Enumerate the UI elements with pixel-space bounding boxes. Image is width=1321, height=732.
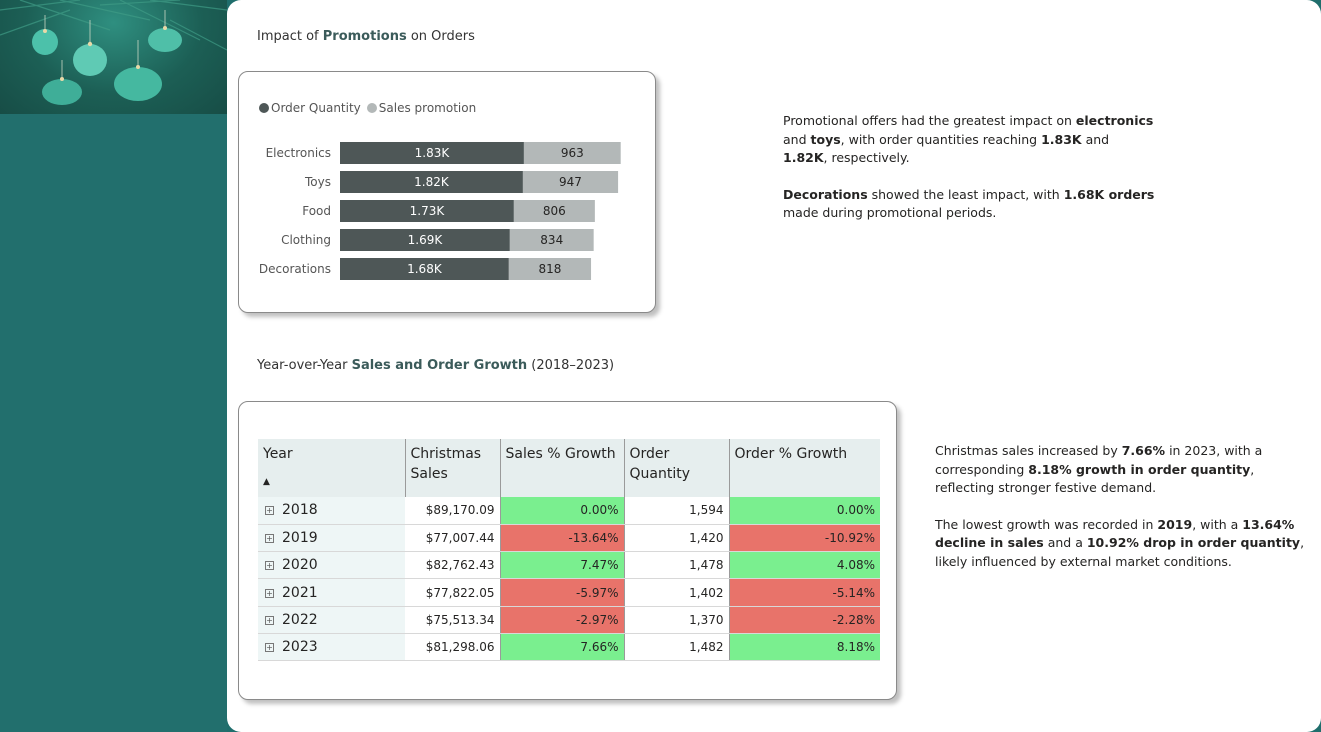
data-label: 806 [543,204,566,218]
table-row[interactable]: +2019 $77,007.44 -13.64% 1,420 -10.92% [258,524,880,553]
category-label: Toys [304,175,331,189]
christmas-sales-cell: $89,170.09 [405,497,501,525]
order-growth-cell: -10.92% [729,524,880,553]
expand-row-icon[interactable]: + [265,506,274,516]
data-label: 834 [540,233,563,247]
narrative-paragraph: Christmas sales increased by 7.66% in 20… [935,443,1263,495]
stacked-bar-chart: Electronics 1.83K 963 Toys 1.82K 947 Food 1.73K… [259,142,621,280]
christmas-sales-cell: $82,762.43 [405,551,501,580]
sales-growth-cell: -13.64% [500,524,625,553]
year-cell: +2023 [258,633,405,662]
year-label: 2019 [282,529,318,546]
table-header-row: Year ▲ Christmas Sales Sales % Growth Ord… [258,439,880,497]
data-label: 947 [559,175,582,189]
title-text: (2018–2023) [527,358,615,373]
year-cell: +2018 [258,497,405,525]
table-row[interactable]: +2021 $77,822.05 -5.97% 1,402 -5.14% [258,578,880,607]
column-header-christmas-sales[interactable]: Christmas Sales [405,439,501,497]
category-label: Electronics [266,146,331,160]
table-row[interactable]: +2020 $82,762.43 7.47% 1,478 4.08% [258,551,880,580]
year-cell: +2019 [258,524,405,553]
data-label: 963 [561,146,584,160]
year-label: 2020 [282,557,318,574]
column-header-year[interactable]: Year ▲ [258,439,406,497]
table-row[interactable]: +2018 $89,170.09 0.00% 1,594 0.00% [258,497,880,525]
column-header-sales-growth[interactable]: Sales % Growth [500,439,625,497]
order-quantity-cell: 1,478 [624,551,730,580]
order-quantity-cell: 1,594 [624,497,730,525]
sales-growth-cell: 7.47% [500,551,625,580]
year-label: 2022 [282,611,318,628]
data-label: 1.73K [410,204,446,218]
table-row[interactable]: +2023 $81,298.06 7.66% 1,482 8.18% [258,633,880,662]
year-label: 2018 [282,502,318,519]
category-label: Clothing [281,233,331,247]
order-growth-cell: -2.28% [729,606,880,634]
order-quantity-cell: 1,420 [624,524,730,553]
data-label: 1.82K [414,175,450,189]
narrative-paragraph: The lowest growth was recorded in 2019, … [935,516,1305,569]
data-label: 1.83K [415,146,451,160]
order-growth-cell: 4.08% [729,551,880,580]
sales-growth-cell: -5.97% [500,578,625,607]
promotions-narrative: Promotional offers had the greatest impa… [783,112,1155,241]
christmas-sales-cell: $81,298.06 [405,633,501,662]
title-text: Year-over-Year [257,358,352,373]
christmas-ornament-banner [0,0,227,114]
expand-row-icon[interactable]: + [265,588,274,598]
left-panel [0,0,227,732]
order-quantity-cell: 1,402 [624,578,730,607]
title-emphasis: Promotions [322,29,407,44]
year-label: 2023 [282,639,318,656]
title-text: on Orders [406,29,475,44]
title-text: Impact of [257,29,323,44]
year-label: 2021 [282,584,318,601]
data-label: 818 [538,262,561,276]
title-emphasis: Sales and Order Growth [351,358,528,373]
order-growth-cell: 8.18% [729,633,880,662]
table-row[interactable]: +2022 $75,513.34 -2.97% 1,370 -2.28% [258,606,880,634]
growth-matrix-table: Year ▲ Christmas Sales Sales % Growth Ord… [258,439,880,662]
promotions-section-title: Impact of Promotions on Orders [257,29,475,44]
report-canvas: Impact of Promotions on Orders Order Qua… [227,0,1321,732]
christmas-sales-cell: $77,007.44 [405,524,501,553]
table-body: +2018 $89,170.09 0.00% 1,594 0.00% +2019 $77,0… [258,497,880,662]
expand-row-icon[interactable]: + [265,643,274,653]
expand-row-icon[interactable]: + [265,561,274,571]
growth-narrative: Christmas sales increased by 7.66% in 20… [935,442,1307,589]
expand-row-icon[interactable]: + [265,533,274,543]
order-growth-cell: 0.00% [729,497,880,525]
column-header-order-growth[interactable]: Order % Growth [729,439,880,497]
category-label: Decorations [259,262,331,276]
expand-row-icon[interactable]: + [265,615,274,625]
sales-growth-cell: 7.66% [500,633,625,662]
column-header-order-quantity[interactable]: Order Quantity [624,439,730,497]
order-quantity-cell: 1,370 [624,606,730,634]
narrative-paragraph: Promotional offers had the greatest impa… [783,113,1154,165]
sort-ascending-icon[interactable]: ▲ [263,472,400,492]
order-quantity-cell: 1,482 [624,633,730,662]
sales-growth-cell: -2.97% [500,606,625,634]
data-label: 1.69K [408,233,444,247]
ornament-illustration [0,0,227,105]
order-growth-cell: -5.14% [729,578,880,607]
data-label: 1.68K [407,262,443,276]
year-cell: +2020 [258,551,405,580]
narrative-paragraph: Decorations showed the least impact, wit… [783,186,1155,221]
christmas-sales-cell: $75,513.34 [405,606,501,634]
sales-growth-cell: 0.00% [500,497,625,525]
category-label: Food [302,204,331,218]
christmas-sales-cell: $77,822.05 [405,578,501,607]
year-cell: +2021 [258,578,405,607]
growth-section-title: Year-over-Year Sales and Order Growth (2… [257,358,614,373]
growth-table-card: Year ▲ Christmas Sales Sales % Growth Ord… [238,401,897,700]
promotions-chart-card: Order Quantity Sales promotion Electroni… [238,71,656,313]
year-cell: +2022 [258,606,405,634]
